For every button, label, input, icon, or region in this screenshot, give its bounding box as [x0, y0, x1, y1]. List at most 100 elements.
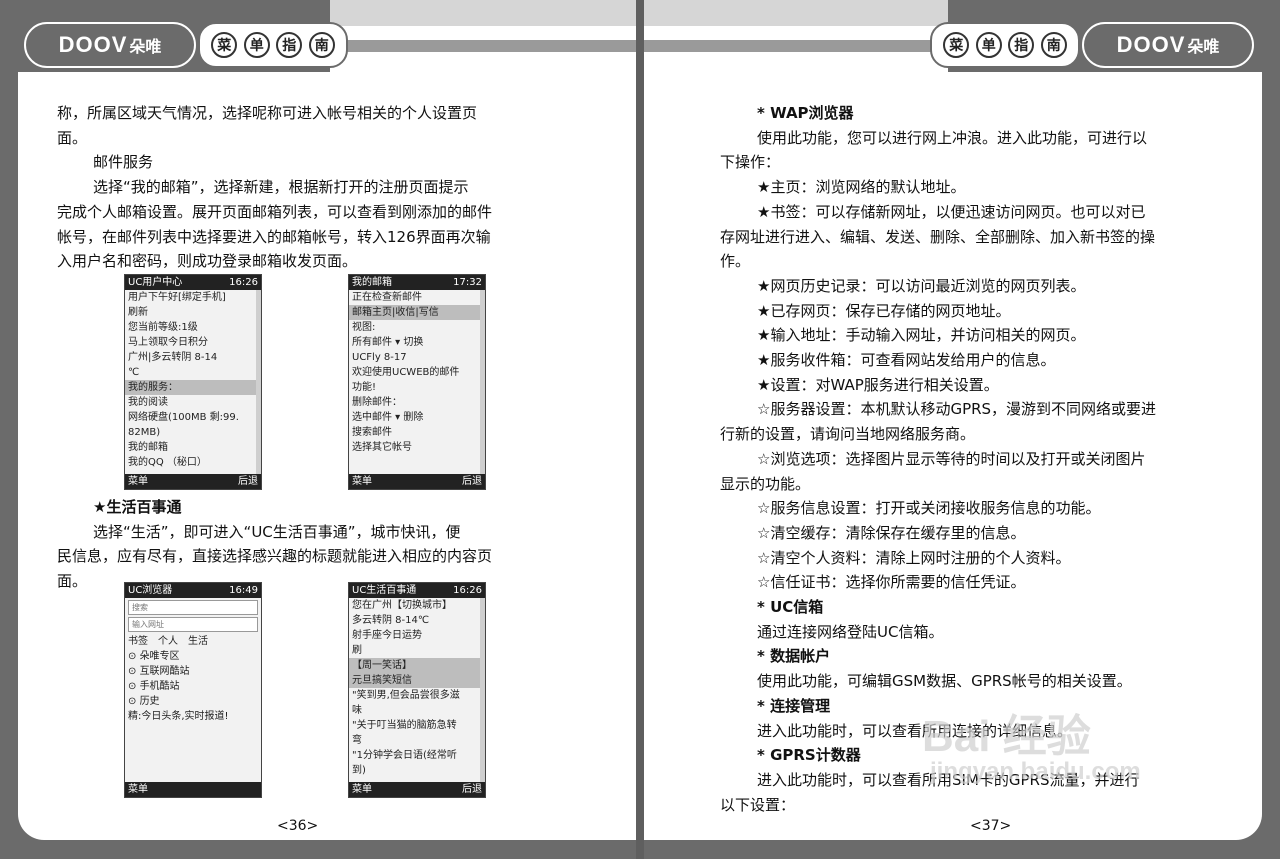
watermark-sub: jingyan.baidu.com: [930, 758, 1141, 785]
body-line: 入用户名和密码，则成功登录邮箱收发页面。: [57, 252, 358, 270]
tab-bookmarks: 书签: [128, 636, 148, 647]
screen-tabs: 书签 个人 生活: [125, 634, 261, 649]
screen-line: 网络硬盘(100MB 剩:99.: [128, 412, 239, 423]
screen-line: 用户下午好[绑定手机]: [128, 292, 226, 303]
screen-softkeys: 菜单 后退: [125, 474, 261, 489]
screen-line: 射手座今日运势: [352, 630, 422, 641]
body-line: 称，所属区域天气情况，选择呢称可进入帐号相关的个人设置页: [57, 104, 478, 122]
section-heading: * WAP浏览器: [757, 104, 854, 122]
screen-line: 所有邮件 ▾ 切换: [352, 337, 424, 348]
brand-logo-cn: 朵唯: [1187, 37, 1220, 56]
body-line: ☆浏览选项：选择图片显示等待的时间以及打开或关闭图片: [757, 450, 1146, 468]
screen-title: 我的邮箱: [352, 277, 392, 288]
menu-guide-char: 指: [276, 32, 303, 58]
screen-list-item: ⊙ 手机酷站: [128, 681, 180, 692]
section-heading: * 连接管理: [757, 697, 831, 715]
menu-guide-char: 菜: [211, 32, 238, 58]
screen-titlebar: UC浏览器 16:49: [125, 583, 261, 598]
section-heading: * 数据帐户: [757, 647, 831, 665]
screen-line: 邮箱主页|收信|写信: [349, 305, 485, 320]
section-label: 邮件服务: [93, 153, 154, 171]
screen-line: 刷: [352, 645, 362, 656]
body-line: 存网址进行进入、编辑、发送、删除、全部删除、加入新书签的操: [720, 228, 1156, 246]
screen-line: 正在检查新邮件: [352, 292, 422, 303]
screen-news: 精:今日头条,实时报道!: [128, 711, 229, 722]
screen-time: 16:26: [229, 277, 258, 288]
menu-guide-badge-right: 菜 单 指 南: [930, 22, 1080, 68]
screen-line: 我的服务：: [125, 380, 261, 395]
screenshot-uc-life: UC生活百事通 16:26 您在广州【切换城市】 多云转阴 8-14℃ 射手座今日…: [348, 582, 486, 798]
body-line: ☆服务器设置：本机默认移动GPRS，漫游到不同网络或要进: [757, 400, 1157, 418]
screen-line: "笑到男,但会品尝很多滋: [352, 690, 460, 701]
screen-line: 您在广州【切换城市】: [352, 600, 452, 611]
header-stripe-right: [642, 40, 948, 52]
screen-titlebar: 我的邮箱 17:32: [349, 275, 485, 290]
body-line: 通过连接网络登陆UC信箱。: [757, 623, 944, 641]
screen-list-label: 手机酷站: [139, 681, 180, 692]
screen-line: 选择其它帐号: [352, 442, 412, 453]
brand-logo-cn: 朵唯: [129, 37, 162, 56]
screen-line: UCFly 8-17: [352, 352, 407, 363]
screen-list-label: 历史: [139, 696, 160, 707]
screen-line: 多云转阴 8-14℃: [352, 615, 430, 626]
book-spine: [636, 0, 644, 859]
screen-list-item: ⊙ 互联网酷站: [128, 666, 190, 677]
screen-title: UC生活百事通: [352, 585, 417, 596]
brand-logo-text: DOOV: [58, 32, 128, 57]
body-line: ★服务收件箱：可查看网站发给用户的信息。: [757, 351, 1056, 369]
softkey-right: 后退: [462, 476, 482, 487]
screen-line: 视图:: [352, 322, 376, 333]
screen-softkeys: 菜单: [125, 782, 261, 797]
body-line: 以下设置：: [720, 796, 796, 814]
section-heading: * GPRS计数器: [757, 746, 861, 764]
body-line: ★已存网页：保存已存储的网页地址。: [757, 302, 1011, 320]
menu-guide-char: 指: [1008, 32, 1035, 58]
screen-list-label: 互联网酷站: [139, 666, 190, 677]
life-heading: ★生活百事通: [93, 498, 182, 516]
page-number-left: <36>: [277, 818, 319, 834]
body-line: 选择“我的邮箱”，选择新建，根据新打开的注册页面提示: [93, 178, 469, 196]
screen-line: 您当前等级:1级: [128, 322, 198, 333]
softkey-left: 菜单: [352, 476, 372, 487]
body-line: ★输入地址：手动输入网址，并访问相关的网页。: [757, 326, 1086, 344]
screen-line: "1分钟学会日语(经常听: [352, 750, 457, 761]
body-line: 使用此功能，您可以进行网上冲浪。进入此功能，可进行以: [757, 129, 1148, 147]
body-line: 下操作：: [720, 153, 781, 171]
screen-softkeys: 菜单 后退: [349, 474, 485, 489]
softkey-left: 菜单: [352, 784, 372, 795]
body-line: ★书签：可以存储新网址，以便迅速访问网页。也可以对已: [757, 203, 1146, 221]
screen-line: 我的邮箱: [128, 442, 168, 453]
screen-time: 16:26: [453, 585, 482, 596]
body-line: 行新的设置，请询问当地网络服务商。: [720, 425, 976, 443]
screen-titlebar: UC生活百事通 16:26: [349, 583, 485, 598]
url-input: 输入网址: [128, 617, 258, 632]
screen-list-item: ⊙ 历史: [128, 696, 160, 707]
screen-titlebar: UC用户中心 16:26: [125, 275, 261, 290]
body-line: 作。: [720, 252, 751, 270]
body-line: 显示的功能。: [720, 475, 811, 493]
screen-line: 搜索邮件: [352, 427, 392, 438]
brand-logo-text: DOOV: [1116, 32, 1186, 57]
body-line: 选择“生活”，即可进入“UC生活百事通”，城市快讯，便: [93, 523, 461, 541]
screen-title: UC浏览器: [128, 585, 173, 596]
body-line: 面。: [57, 572, 88, 590]
screen-scrollbar: [480, 598, 485, 782]
body-line: ★设置：对WAP服务进行相关设置。: [757, 376, 999, 394]
body-line: 完成个人邮箱设置。展开页面邮箱列表，可以查看到刚添加的邮件: [57, 203, 493, 221]
page-number-right: <37>: [970, 818, 1012, 834]
search-input: 搜索: [128, 600, 258, 615]
screen-line: 功能!: [352, 382, 377, 393]
screen-line: ℃: [128, 367, 140, 378]
screen-line: 元旦搞笑短信: [349, 673, 485, 688]
screen-scrollbar: [480, 290, 485, 474]
body-line: ★网页历史记录：可以访问最近浏览的网页列表。: [757, 277, 1086, 295]
softkey-left: 菜单: [128, 784, 148, 795]
body-line: ☆服务信息设置：打开或关闭接收服务信息的功能。: [757, 499, 1101, 517]
menu-guide-char: 南: [308, 32, 335, 58]
body-line: ☆清空缓存：清除保存在缓存里的信息。: [757, 524, 1026, 542]
menu-guide-badge-left: 菜 单 指 南: [198, 22, 348, 68]
softkey-right: 后退: [462, 784, 482, 795]
screen-line: 欢迎使用UCWEB的邮件: [352, 367, 460, 378]
body-line: ☆清空个人资料：清除上网时注册的个人资料。: [757, 549, 1071, 567]
screen-line: 到): [352, 765, 366, 776]
